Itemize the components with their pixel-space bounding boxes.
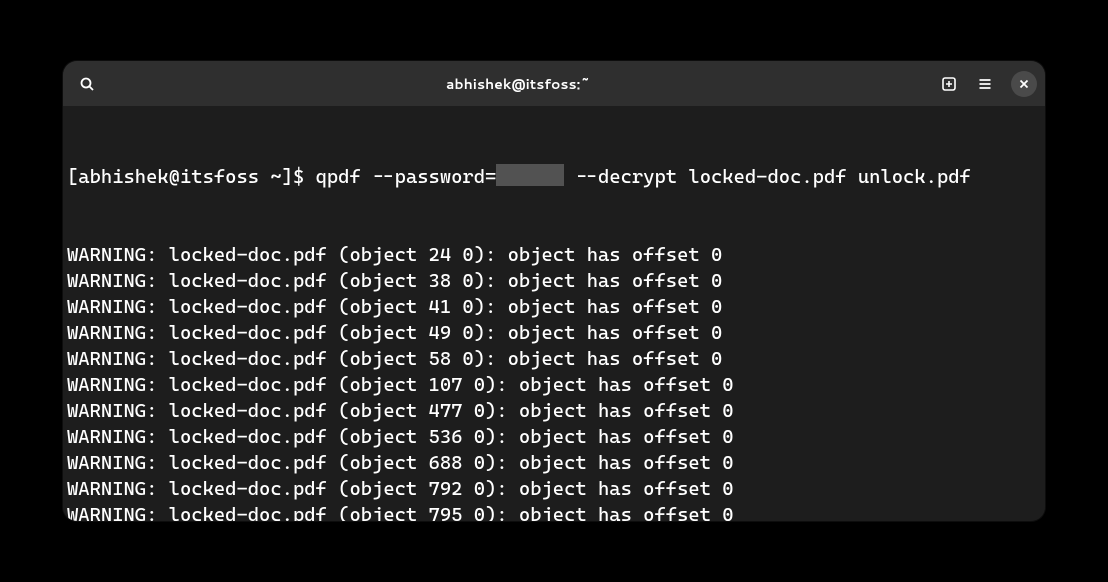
warning-line: WARNING: locked-doc.pdf (object 795 0): …	[67, 502, 1041, 521]
warning-line: WARNING: locked-doc.pdf (object 41 0): o…	[67, 294, 1041, 320]
warning-line: WARNING: locked-doc.pdf (object 477 0): …	[67, 398, 1041, 424]
search-icon[interactable]	[71, 68, 103, 100]
command-prefix: qpdf --password=	[316, 165, 497, 188]
window-title: abhishek@itsfoss:~	[446, 74, 590, 94]
command-line: [abhishek@itsfoss ~]$ qpdf --password=XX…	[67, 164, 1041, 190]
warning-line: WARNING: locked-doc.pdf (object 107 0): …	[67, 372, 1041, 398]
terminal-window: abhishek@itsfoss:~	[63, 61, 1045, 521]
titlebar: abhishek@itsfoss:~	[63, 61, 1045, 106]
warning-line: WARNING: locked-doc.pdf (object 49 0): o…	[67, 320, 1041, 346]
terminal-body[interactable]: [abhishek@itsfoss ~]$ qpdf --password=XX…	[63, 106, 1045, 521]
redacted-password: XXXXXX	[496, 164, 564, 186]
warning-line: WARNING: locked-doc.pdf (object 688 0): …	[67, 450, 1041, 476]
close-icon[interactable]	[1011, 71, 1037, 97]
warning-line: WARNING: locked-doc.pdf (object 792 0): …	[67, 476, 1041, 502]
prompt: [abhishek@itsfoss ~]$	[67, 165, 316, 188]
warning-line: WARNING: locked-doc.pdf (object 24 0): o…	[67, 242, 1041, 268]
warning-lines: WARNING: locked-doc.pdf (object 24 0): o…	[67, 242, 1041, 521]
warning-line: WARNING: locked-doc.pdf (object 536 0): …	[67, 424, 1041, 450]
warning-line: WARNING: locked-doc.pdf (object 58 0): o…	[67, 346, 1041, 372]
warning-line: WARNING: locked-doc.pdf (object 38 0): o…	[67, 268, 1041, 294]
new-tab-icon[interactable]	[933, 68, 965, 100]
command-suffix: --decrypt locked-doc.pdf unlock.pdf	[564, 165, 971, 188]
hamburger-menu-icon[interactable]	[969, 68, 1001, 100]
